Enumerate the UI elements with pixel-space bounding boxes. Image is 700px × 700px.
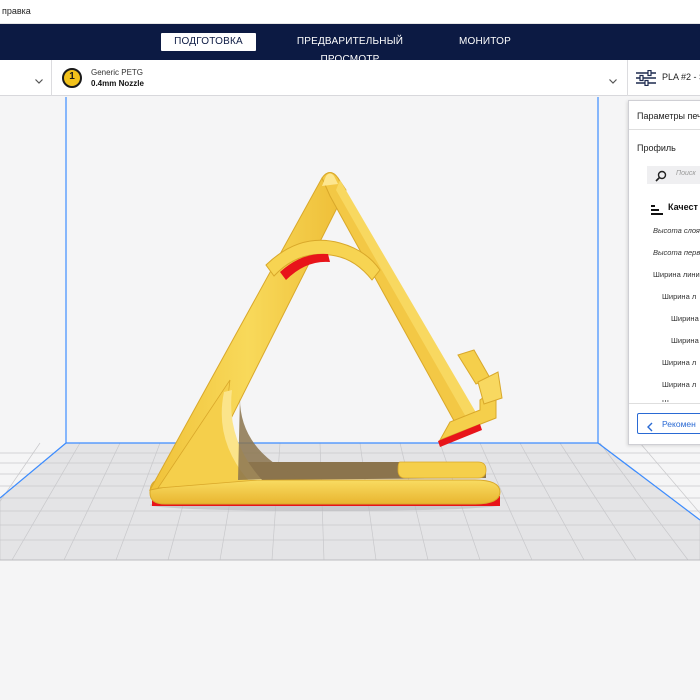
profile-name: PLA #2 - S <box>662 72 700 82</box>
section-quality[interactable]: Качест <box>668 202 698 212</box>
chevron-left-icon <box>646 419 654 432</box>
printer-selector[interactable] <box>0 60 52 96</box>
tab-preview[interactable]: ПРЕДВАРИТЕЛЬНЫЙ ПРОСМОТР <box>270 33 430 65</box>
tab-prepare[interactable]: ПОДГОТОВКА <box>161 33 256 51</box>
recommended-label: Рекомен <box>662 419 696 429</box>
chevron-down-icon <box>34 73 44 84</box>
3d-viewport[interactable] <box>0 97 700 700</box>
search-icon <box>655 169 667 182</box>
divider <box>629 129 700 130</box>
print-settings-sliders-icon <box>636 69 656 87</box>
recommended-button[interactable]: Рекомен <box>637 413 700 434</box>
setting-row[interactable]: Ширина л <box>662 358 696 367</box>
cura-window: правка ПОДГОТОВКА ПРЕДВАРИТЕЛЬНЫЙ ПРОСМО… <box>0 0 700 700</box>
panel-title: Параметры печ <box>637 111 700 121</box>
menu-item-help[interactable]: правка <box>2 6 31 16</box>
toolbar: 1 Generic PETG 0.4mm Nozzle PLA #2 - S <box>0 60 700 96</box>
setting-row[interactable]: Высота слоя <box>653 226 700 235</box>
quality-bars-icon <box>651 202 663 215</box>
setting-row[interactable]: Ширина <box>671 314 699 323</box>
setting-row[interactable]: Ширина л <box>662 292 696 301</box>
settings-search-input[interactable]: Поиск <box>647 166 700 184</box>
nozzle-name: 0.4mm Nozzle <box>91 79 144 88</box>
menu-bar: правка <box>0 0 700 24</box>
print-settings-panel: Параметры печ Профиль Поиск Качест Высот… <box>628 100 700 445</box>
setting-row[interactable]: Высота перв <box>653 248 700 257</box>
setting-row[interactable]: Ширина <box>671 336 699 345</box>
profile-label: Профиль <box>637 143 676 153</box>
divider <box>629 403 700 404</box>
search-placeholder: Поиск <box>676 170 696 177</box>
setting-row[interactable]: Ширина л <box>662 380 696 389</box>
stage-header: ПОДГОТОВКА ПРЕДВАРИТЕЛЬНЫЙ ПРОСМОТР МОНИ… <box>0 24 700 65</box>
material-name: Generic PETG <box>91 68 144 77</box>
tab-monitor[interactable]: МОНИТОР <box>450 33 520 51</box>
setting-row[interactable]: Ш <box>662 398 669 402</box>
extruder-number: 1 <box>69 71 75 82</box>
extruder-badge-icon: 1 <box>62 68 82 88</box>
setting-row[interactable]: Ширина лини <box>653 270 700 279</box>
chevron-down-icon <box>608 73 618 84</box>
material-selector[interactable]: 1 Generic PETG 0.4mm Nozzle <box>52 60 628 96</box>
print-settings-selector[interactable]: PLA #2 - S <box>628 60 700 96</box>
